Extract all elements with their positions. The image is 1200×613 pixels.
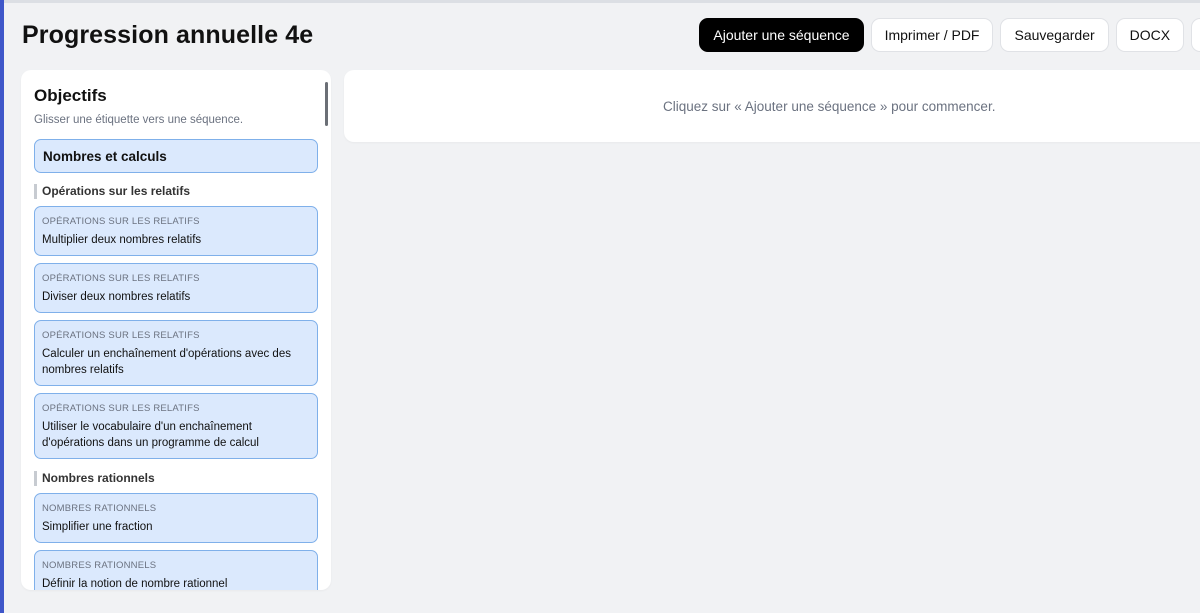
- objective-tag: OPÉRATIONS SUR LES RELATIFS: [42, 216, 200, 227]
- print-pdf-button[interactable]: Imprimer / PDF: [870, 18, 994, 52]
- page-title: Progression annuelle 4e: [22, 20, 314, 49]
- objective-text: Multiplier deux nombres relatifs: [42, 234, 202, 246]
- objective-card[interactable]: OPÉRATIONS SUR LES RELATIFS Calculer un …: [34, 320, 318, 386]
- sequences-panel: Cliquez sur « Ajouter une séquence » pou…: [344, 70, 1200, 142]
- objective-card[interactable]: NOMBRES RATIONNELS Simplifier une fracti…: [34, 493, 318, 543]
- open-button[interactable]: O: [1191, 18, 1200, 52]
- objective-text: Définir la notion de nombre rationnel: [42, 578, 228, 590]
- objective-text: Utiliser le vocabulaire d'un enchaînemen…: [42, 421, 259, 449]
- sidebar-hint: Glisser une étiquette vers une séquence.: [34, 114, 244, 126]
- objective-text: Diviser deux nombres relatifs: [42, 291, 191, 303]
- objective-tag: OPÉRATIONS SUR LES RELATIFS: [42, 403, 200, 414]
- toolbar: Ajouter une séquence Imprimer / PDF Sauv…: [699, 18, 1200, 52]
- objective-text: Calculer un enchaînement d'opérations av…: [42, 348, 291, 376]
- save-button[interactable]: Sauvegarder: [1000, 18, 1109, 52]
- objective-card[interactable]: OPÉRATIONS SUR LES RELATIFS Utiliser le …: [34, 393, 318, 459]
- docx-button[interactable]: DOCX: [1115, 18, 1185, 52]
- add-sequence-button[interactable]: Ajouter une séquence: [699, 18, 864, 52]
- domain-header-card[interactable]: Nombres et calculs: [34, 139, 318, 173]
- objective-card[interactable]: OPÉRATIONS SUR LES RELATIFS Multiplier d…: [34, 206, 318, 256]
- objective-tag: NOMBRES RATIONNELS: [42, 503, 157, 514]
- objective-card[interactable]: OPÉRATIONS SUR LES RELATIFS Diviser deux…: [34, 263, 318, 313]
- objective-text: Simplifier une fraction: [42, 521, 153, 533]
- group-title: Nombres rationnels: [34, 471, 318, 486]
- left-accent-bar: [0, 0, 4, 613]
- objective-tag: OPÉRATIONS SUR LES RELATIFS: [42, 273, 200, 284]
- empty-state-message: Cliquez sur « Ajouter une séquence » pou…: [663, 98, 996, 114]
- sidebar-scrollbar[interactable]: [325, 82, 328, 126]
- objective-card[interactable]: NOMBRES RATIONNELS Définir la notion de …: [34, 550, 318, 590]
- top-border: [0, 0, 1200, 3]
- sidebar-title: Objectifs: [34, 86, 107, 105]
- header: Progression annuelle 4e Ajouter une séqu…: [22, 14, 1200, 56]
- group-title: Opérations sur les relatifs: [34, 184, 318, 199]
- objective-tag: NOMBRES RATIONNELS: [42, 560, 157, 571]
- objective-tag: OPÉRATIONS SUR LES RELATIFS: [42, 330, 200, 341]
- objectives-sidebar: Objectifs Glisser une étiquette vers une…: [21, 70, 331, 590]
